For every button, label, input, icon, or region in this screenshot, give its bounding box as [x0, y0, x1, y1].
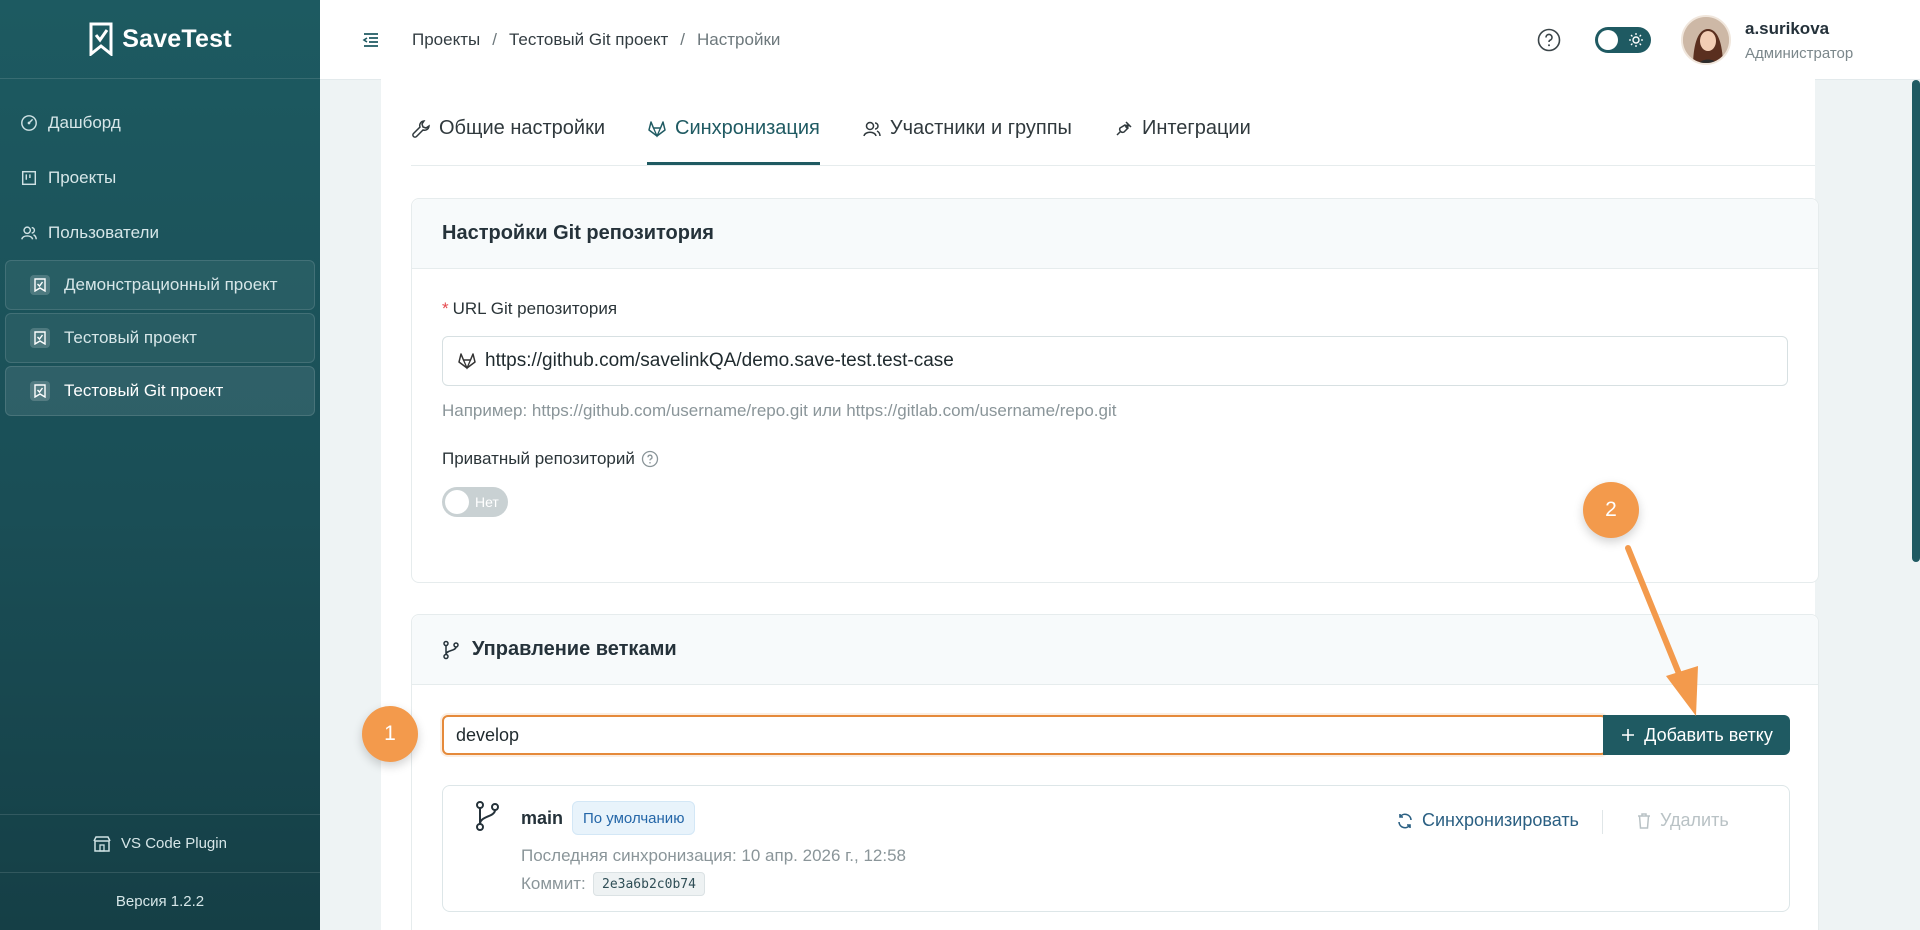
- branch-name: main: [521, 808, 564, 828]
- help-icon[interactable]: [1536, 27, 1562, 53]
- private-repo-switch[interactable]: Нет: [442, 487, 508, 517]
- section-title: Настройки Git репозитория: [412, 199, 1818, 269]
- header-actions: a.surikova Администратор: [1536, 0, 1920, 80]
- user-info[interactable]: a.surikova Администратор: [1745, 19, 1865, 62]
- sidebar-item-label: Проекты: [48, 167, 117, 187]
- breadcrumb-separator: /: [492, 29, 497, 49]
- sidebar-footer: VS Code Plugin Версия 1.2.2: [0, 814, 320, 930]
- breadcrumb-separator: /: [680, 29, 686, 49]
- projects-icon: [21, 170, 37, 185]
- plus-icon: [1622, 729, 1635, 741]
- sun-icon: [1629, 33, 1643, 47]
- branch-last-sync: Последняя синхронизация: 10 апр. 2026 г.…: [521, 846, 906, 865]
- repo-url-value: https://github.com/savelinkQA/demo.save-…: [485, 350, 954, 371]
- annotation-marker-1: 1: [362, 706, 418, 762]
- brand-logo[interactable]: SaveTest: [0, 0, 320, 79]
- url-field-label: * URL Git репозитория: [442, 299, 617, 319]
- url-hint: Например: https://github.com/username/re…: [442, 401, 1117, 420]
- project-icon: [30, 381, 50, 401]
- dashboard-icon: [21, 114, 37, 131]
- project-icon: [30, 328, 50, 348]
- project-icon: [30, 275, 50, 295]
- breadcrumb-projects[interactable]: Проекты: [412, 30, 480, 50]
- user-name: a.surikova: [1745, 18, 1830, 38]
- commit-label: Коммит:: [521, 874, 586, 893]
- sidebar-item-users[interactable]: Пользователи: [0, 205, 320, 260]
- sidebar: SaveTest Дашборд Проекты Пользователи Де…: [0, 0, 320, 930]
- top-header: Проекты / Тестовый Git проект / Настройк…: [320, 0, 1920, 80]
- user-role: Администратор: [1745, 44, 1854, 62]
- private-label-text: Приватный репозиторий: [442, 449, 635, 468]
- tab-sync[interactable]: Синхронизация: [647, 117, 820, 165]
- switch-text: Нет: [475, 494, 499, 510]
- delete-branch-button[interactable]: Удалить: [1636, 810, 1729, 831]
- project-label: Тестовый проект: [64, 328, 197, 347]
- tab-integrations[interactable]: Интеграции: [1114, 117, 1251, 165]
- breadcrumb-project[interactable]: Тестовый Git проект: [509, 30, 668, 50]
- sidebar-item-label: Пользователи: [48, 222, 159, 242]
- trash-icon: [1638, 812, 1650, 829]
- add-branch-button[interactable]: Добавить ветку: [1603, 715, 1790, 755]
- users-icon: [21, 225, 37, 240]
- savetest-logo-icon: [89, 22, 113, 56]
- tab-members[interactable]: Участники и группы: [862, 117, 1072, 165]
- sync-label: Синхронизировать: [1422, 810, 1579, 830]
- app-version: Версия 1.2.2: [0, 872, 320, 930]
- breadcrumb-current: Настройки: [697, 29, 781, 49]
- sidebar-item-label: Дашборд: [48, 112, 121, 132]
- settings-tabs: Общие настройки Синхронизация Участники …: [411, 70, 1815, 166]
- menu-fold-icon[interactable]: [360, 29, 382, 51]
- annotation-arrow: [1625, 545, 1698, 716]
- commit-hash: 2e3a6b2c0b74: [593, 872, 705, 896]
- repo-url-input[interactable]: https://github.com/savelinkQA/demo.save-…: [442, 336, 1788, 386]
- branches-title-text: Управление ветками: [472, 638, 677, 660]
- sidebar-project-test[interactable]: Тестовый проект: [5, 313, 315, 363]
- new-branch-input[interactable]: [442, 715, 1607, 755]
- branch-item: main По умолчанию Последняя синхронизаци…: [442, 785, 1790, 912]
- question-icon[interactable]: [641, 450, 659, 468]
- breadcrumb: Проекты / Тестовый Git проект / Настройк…: [412, 30, 780, 50]
- git-branch-icon: [443, 640, 459, 659]
- tab-label: Участники и группы: [889, 117, 1072, 139]
- scrollbar-thumb[interactable]: [1912, 80, 1920, 562]
- plug-icon: [1116, 120, 1132, 136]
- required-mark: *: [442, 299, 449, 318]
- private-repo-label: Приватный репозиторий: [442, 449, 659, 469]
- git-branch-icon: [476, 801, 499, 831]
- theme-toggle[interactable]: [1595, 27, 1651, 53]
- sync-branch-button[interactable]: Синхронизировать: [1396, 810, 1579, 831]
- theme-toggle-knob: [1598, 30, 1618, 50]
- delete-label: Удалить: [1660, 810, 1729, 830]
- gitlab-icon: [648, 120, 666, 138]
- wrench-icon: [412, 119, 430, 138]
- plugin-label: VS Code Plugin: [121, 835, 227, 852]
- default-badge: По умолчанию: [572, 801, 696, 835]
- user-avatar-image: [1683, 17, 1729, 63]
- avatar[interactable]: [1681, 15, 1731, 65]
- gitlab-icon: [458, 353, 476, 370]
- sidebar-project-git[interactable]: Тестовый Git проект: [5, 366, 315, 416]
- store-icon: [93, 835, 111, 852]
- tab-label: Синхронизация: [675, 117, 820, 139]
- tab-label: Интеграции: [1141, 117, 1251, 139]
- sidebar-nav: Дашборд Проекты Пользователи Демонстраци…: [0, 79, 320, 416]
- sidebar-project-demo[interactable]: Демонстрационный проект: [5, 260, 315, 310]
- project-label: Тестовый Git проект: [64, 381, 224, 400]
- tab-general-settings[interactable]: Общие настройки: [411, 117, 605, 165]
- users-icon: [863, 121, 881, 136]
- tab-label: Общие настройки: [439, 117, 605, 139]
- action-divider: [1602, 810, 1603, 834]
- sidebar-item-projects[interactable]: Проекты: [0, 150, 320, 205]
- project-label: Демонстрационный проект: [64, 275, 278, 294]
- sidebar-item-dashboard[interactable]: Дашборд: [0, 95, 320, 150]
- annotation-marker-2: 2: [1583, 482, 1639, 538]
- brand-name: SaveTest: [122, 24, 232, 53]
- page-scrollbar[interactable]: [1912, 80, 1920, 930]
- add-branch-label: Добавить ветку: [1644, 724, 1773, 745]
- switch-knob: [445, 490, 469, 514]
- sync-icon: [1398, 813, 1412, 828]
- url-label-text: URL Git репозитория: [452, 299, 618, 318]
- vscode-plugin-link[interactable]: VS Code Plugin: [0, 814, 320, 872]
